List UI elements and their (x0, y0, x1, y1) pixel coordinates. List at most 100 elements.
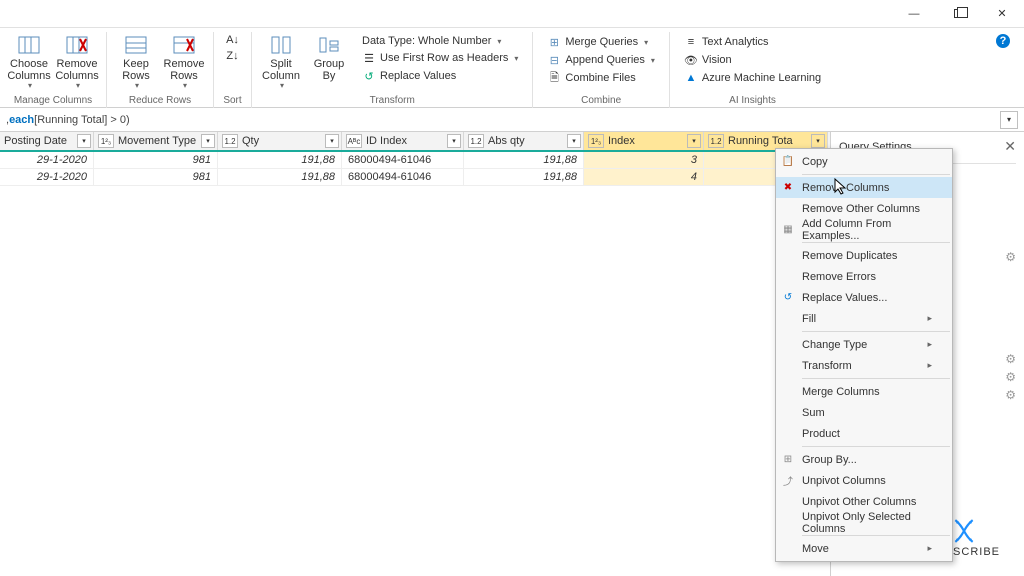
menu-add-column-from-examples[interactable]: ▦Add Column From Examples... (776, 219, 952, 240)
menu-fill[interactable]: Fill▸ (776, 308, 952, 329)
column-context-menu: 📋Copy ✖Remove Columns Remove Other Colum… (775, 148, 953, 562)
menu-unpivot-columns[interactable]: ⤴Unpivot Columns (776, 470, 952, 491)
column-header-movement-type[interactable]: 1²₃Movement Type▾ (94, 132, 218, 150)
type-decimal-icon: 1.2 (468, 134, 484, 148)
azure-ml-button[interactable]: ▲Azure Machine Learning (680, 70, 825, 86)
chevron-down-icon: ▾ (497, 37, 501, 46)
separator (802, 378, 950, 379)
chevron-down-icon: ▾ (1007, 115, 1011, 124)
label: Use First Row as Headers (380, 52, 508, 64)
filter-icon[interactable]: ▾ (567, 134, 581, 148)
maximize-icon (954, 9, 963, 18)
menu-replace-values[interactable]: ↺Replace Values... (776, 287, 952, 308)
split-column-button[interactable]: Split Column▾ (258, 32, 304, 93)
menu-merge-columns: Merge Columns (776, 381, 952, 402)
chevron-down-icon: ▾ (135, 82, 139, 91)
remove-rows-button[interactable]: Remove Rows▾ (161, 32, 207, 93)
separator (802, 174, 950, 175)
label: Merge Queries (565, 36, 638, 48)
sort-desc-icon: Z↓ (226, 49, 240, 63)
append-queries-button[interactable]: ⊟Append Queries▾ (543, 52, 659, 68)
menu-transform[interactable]: Transform▸ (776, 355, 952, 376)
label: Data Type: Whole Number (362, 35, 491, 47)
data-grid: Posting Date▾ 1²₃Movement Type▾ 1.2Qty▾ … (0, 132, 830, 576)
filter-icon[interactable]: ▾ (77, 134, 91, 148)
choose-columns-icon (18, 34, 40, 56)
label: ID Index (366, 135, 407, 147)
vision-button[interactable]: 👁Vision (680, 52, 825, 68)
label: Abs qty (488, 135, 525, 147)
label: Append Queries (565, 54, 645, 66)
remove-columns-button[interactable]: Remove Columns▾ (54, 32, 100, 93)
sort-asc-button[interactable]: A↓ (222, 32, 244, 48)
formula-bar[interactable]: , each [Running Total] > 0) ▾ (0, 108, 1024, 132)
menu-unpivot-other-columns[interactable]: Unpivot Other Columns (776, 491, 952, 512)
label: Remove Columns (55, 58, 98, 82)
menu-remove-columns[interactable]: ✖Remove Columns (776, 177, 952, 198)
filter-icon[interactable]: ▾ (447, 134, 461, 148)
label: Split Column (260, 58, 302, 82)
gear-icon[interactable]: ⚙ (1005, 388, 1016, 402)
cell: 981 (94, 169, 218, 185)
menu-product[interactable]: Product (776, 423, 952, 444)
help-button[interactable]: ? (996, 30, 1018, 48)
menu-remove-duplicates[interactable]: Remove Duplicates (776, 245, 952, 266)
maximize-button[interactable] (936, 0, 980, 28)
table-icon: ☰ (362, 51, 376, 65)
keep-rows-icon (125, 34, 147, 56)
group-by-button[interactable]: Group By (306, 32, 352, 93)
separator (802, 446, 950, 447)
combine-files-button[interactable]: 🗎Combine Files (543, 70, 659, 86)
menu-remove-errors[interactable]: Remove Errors (776, 266, 952, 287)
filter-icon[interactable]: ▾ (325, 134, 339, 148)
column-header-abs-qty[interactable]: 1.2 Abs qty ▾ (464, 132, 584, 150)
separator (802, 242, 950, 243)
minimize-button[interactable]: — (892, 0, 936, 28)
chevron-down-icon: ▾ (76, 82, 80, 91)
data-type-button[interactable]: Data Type: Whole Number ▾ (358, 34, 522, 48)
filter-icon[interactable]: ▾ (687, 134, 701, 148)
group-label: Sort (223, 95, 241, 108)
filter-icon[interactable]: ▾ (811, 134, 825, 148)
menu-move[interactable]: Move▸ (776, 538, 952, 559)
gear-icon[interactable]: ⚙ (1005, 352, 1016, 366)
label: Running Tota (728, 135, 793, 147)
ribbon-group-manage-columns: Choose Columns▾ Remove Columns▾ Manage C… (0, 32, 107, 108)
merge-queries-button[interactable]: ⊞Merge Queries▾ (543, 34, 659, 50)
gear-icon[interactable]: ⚙ (1005, 250, 1016, 264)
chevron-down-icon: ▾ (183, 82, 187, 91)
text-analytics-button[interactable]: ≡Text Analytics (680, 34, 825, 50)
column-header-index[interactable]: 1²₃Index▾ (584, 132, 704, 150)
filter-icon[interactable]: ▾ (201, 134, 215, 148)
column-header-qty[interactable]: 1.2Qty▾ (218, 132, 342, 150)
ribbon-group-combine: ⊞Merge Queries▾ ⊟Append Queries▾ 🗎Combin… (533, 32, 670, 108)
submenu-icon: ▸ (927, 360, 932, 371)
table-row[interactable]: 29-1-2020 981 191,88 68000494-61046 191,… (0, 152, 830, 169)
table-row[interactable]: 29-1-2020 981 191,88 68000494-61046 191,… (0, 169, 830, 186)
column-header-posting-date[interactable]: Posting Date▾ (0, 132, 94, 150)
menu-change-type[interactable]: Change Type▸ (776, 334, 952, 355)
close-pane-button[interactable]: ✕ (1004, 138, 1016, 155)
submenu-icon: ▸ (927, 313, 932, 324)
group-label: AI Insights (729, 95, 776, 108)
first-row-headers-button[interactable]: ☰Use First Row as Headers▾ (358, 50, 522, 66)
menu-group-by[interactable]: ⊞Group By... (776, 449, 952, 470)
sort-desc-button[interactable]: Z↓ (222, 48, 244, 64)
label: Keep Rows (115, 58, 157, 82)
close-button[interactable]: ✕ (980, 0, 1024, 28)
choose-columns-button[interactable]: Choose Columns▾ (6, 32, 52, 93)
cell: 191,88 (218, 152, 342, 168)
gear-icon[interactable]: ⚙ (1005, 370, 1016, 384)
replace-values-button[interactable]: ↺Replace Values (358, 68, 522, 84)
formula-expand-button[interactable]: ▾ (1000, 111, 1018, 129)
menu-remove-other-columns[interactable]: Remove Other Columns (776, 198, 952, 219)
menu-unpivot-selected-columns[interactable]: Unpivot Only Selected Columns (776, 512, 952, 533)
group-icon: ⊞ (780, 452, 796, 468)
menu-sum[interactable]: Sum (776, 402, 952, 423)
vision-icon: 👁 (684, 53, 698, 67)
copy-icon: 📋 (780, 154, 796, 170)
column-header-id-index[interactable]: AᴮcID Index▾ (342, 132, 464, 150)
cell: 191,88 (464, 152, 584, 168)
keep-rows-button[interactable]: Keep Rows▾ (113, 32, 159, 93)
menu-copy[interactable]: 📋Copy (776, 151, 952, 172)
